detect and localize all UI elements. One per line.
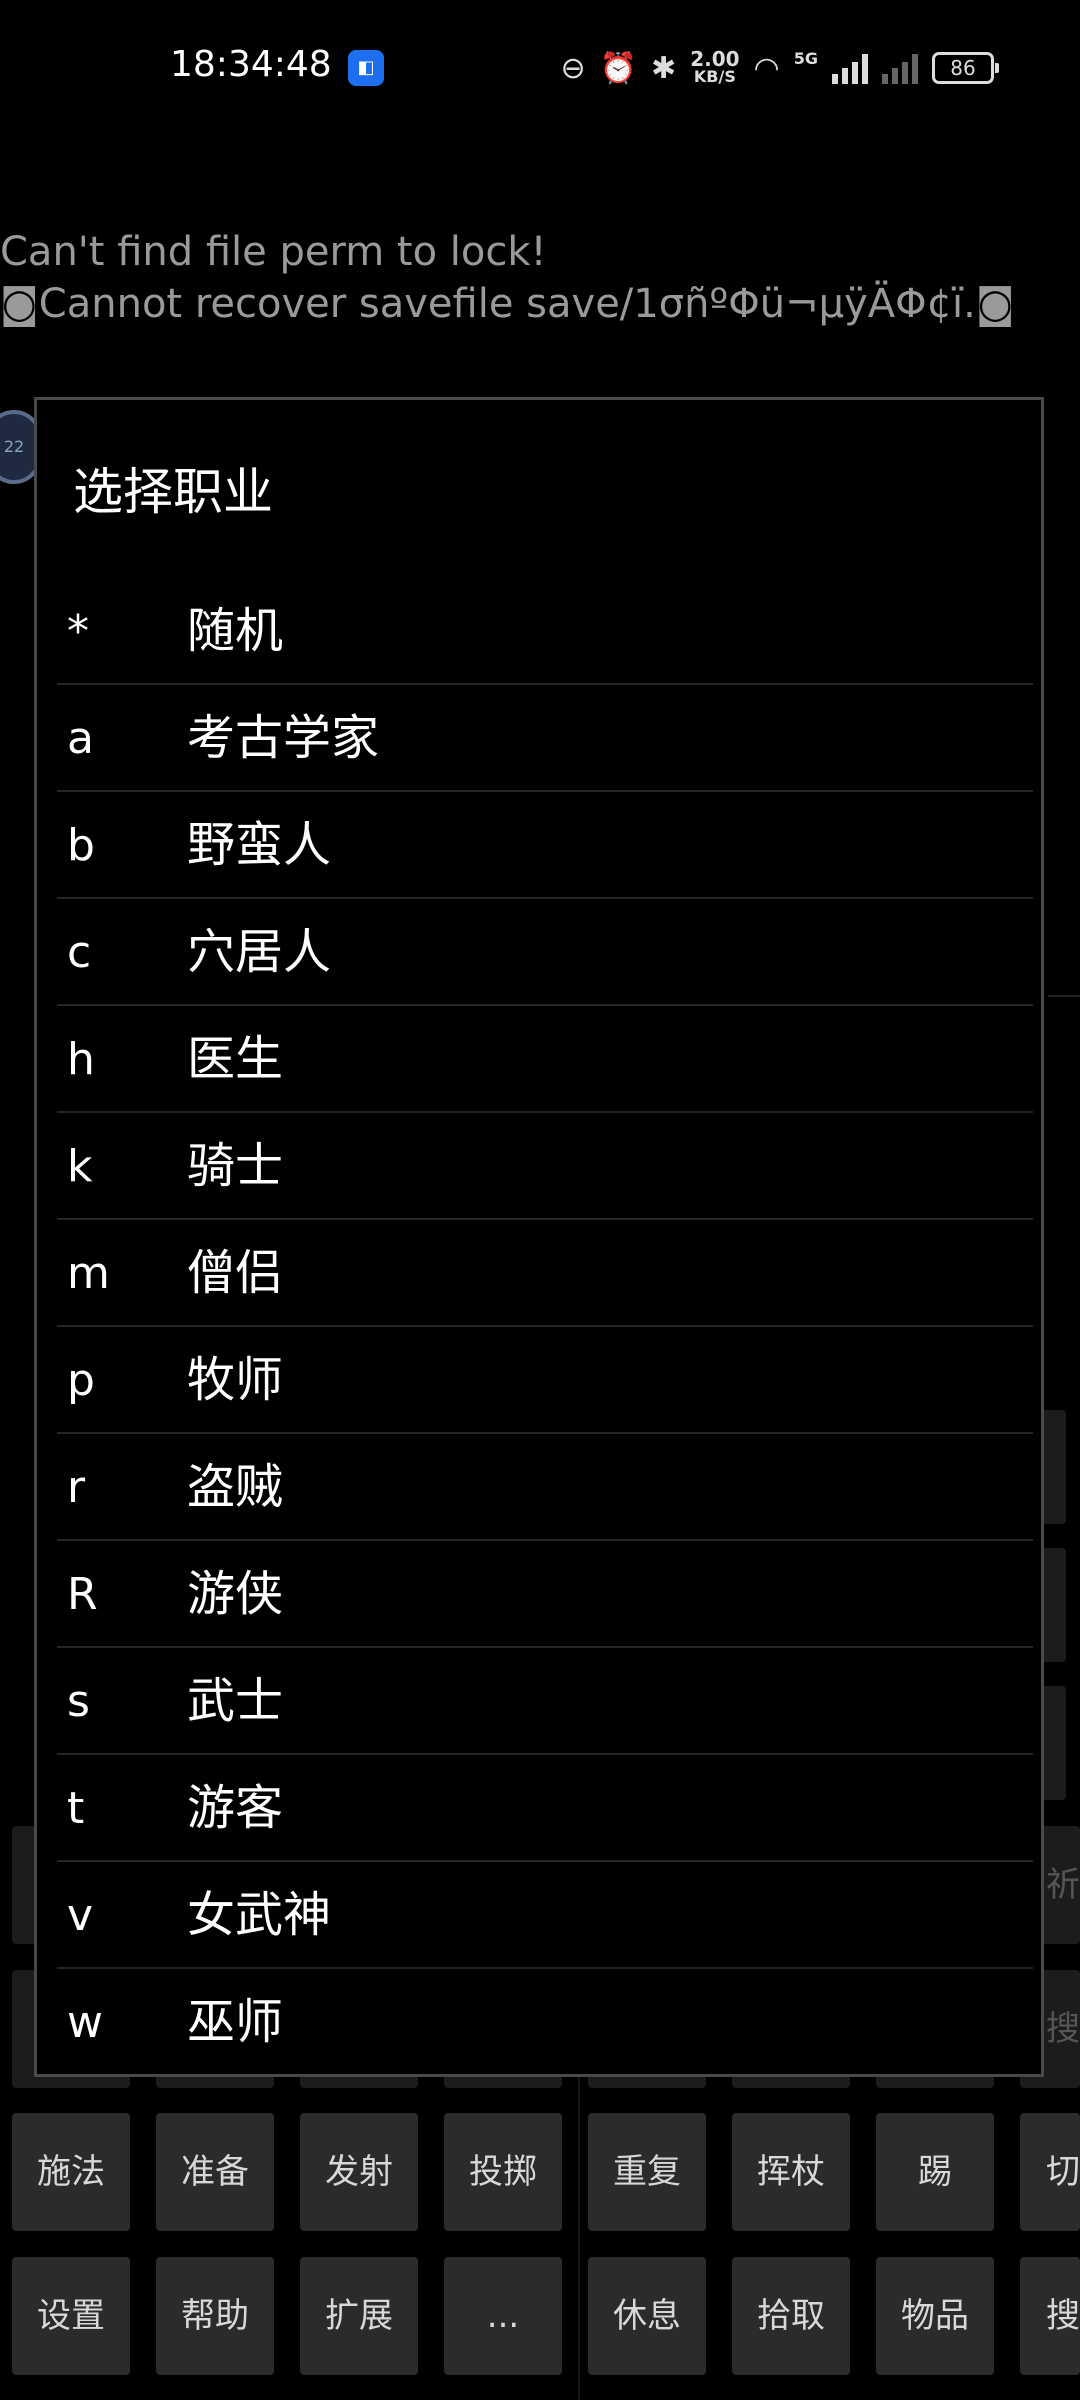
- role-label: 盗贼: [187, 1459, 284, 1515]
- role-select-dialog: 选择职业 * 随机 a 考古学家 b 野蛮人 c 穴居人 h 医生 k 骑士 m 僧侣 p 牧师…: [34, 397, 1044, 2077]
- role-item[interactable]: h 医生: [57, 1006, 1033, 1113]
- role-key: R: [67, 1569, 98, 1620]
- battery-icon: 86: [932, 52, 999, 84]
- role-key: c: [67, 927, 92, 978]
- command-key-throw[interactable]: 投掷: [444, 2113, 562, 2231]
- console-line: ◙Cannot recover savefile save/1σñºΦü¬µÿÄ…: [0, 281, 1015, 327]
- role-label: 僧侣: [187, 1245, 284, 1301]
- role-label: 武士: [187, 1673, 284, 1729]
- net-speed: 2.00 KB/S: [690, 47, 740, 86]
- role-item[interactable]: s 武士: [57, 1648, 1033, 1755]
- status-time: 18:34:48: [170, 44, 332, 85]
- role-item[interactable]: w 巫师: [57, 1969, 1033, 2076]
- role-label: 随机: [187, 603, 284, 659]
- command-key-rest[interactable]: 休息: [588, 2257, 706, 2375]
- status-icons: ⊖ ⏰ ✱ 2.00 KB/S ◠ 5G 86: [560, 46, 999, 90]
- role-item[interactable]: R 游侠: [57, 1541, 1033, 1648]
- command-key-kick[interactable]: 踢: [876, 2113, 994, 2231]
- alarm-icon: ⏰: [599, 50, 638, 86]
- role-label: 游客: [187, 1780, 284, 1836]
- role-list: * 随机 a 考古学家 b 野蛮人 c 穴居人 h 医生 k 骑士 m 僧侣 p 牧师 r 盗贼 …: [57, 578, 1033, 2076]
- command-key-switch[interactable]: 切: [1020, 2113, 1080, 2231]
- command-key-cast[interactable]: 施法: [12, 2113, 130, 2231]
- console-output: Can't find file perm to lock! ◙Cannot rec…: [0, 226, 1015, 330]
- role-key: h: [67, 1034, 95, 1085]
- role-key: w: [67, 1997, 103, 2048]
- role-item[interactable]: * 随机: [57, 578, 1033, 685]
- role-label: 医生: [187, 1031, 284, 1087]
- role-key: a: [67, 713, 94, 764]
- command-key-zap[interactable]: 挥杖: [732, 2113, 850, 2231]
- wifi-icon: ◠: [753, 50, 780, 86]
- role-key: b: [67, 820, 95, 871]
- command-key-search[interactable]: 搜: [1020, 2257, 1080, 2375]
- role-item[interactable]: r 盗贼: [57, 1434, 1033, 1541]
- role-key: r: [67, 1462, 86, 1513]
- role-key: m: [67, 1248, 110, 1299]
- command-key-settings[interactable]: 设置: [12, 2257, 130, 2375]
- command-key-fire[interactable]: 发射: [300, 2113, 418, 2231]
- role-key: k: [67, 1141, 93, 1192]
- command-key-repeat[interactable]: 重复: [588, 2113, 706, 2231]
- command-key-pickup[interactable]: 拾取: [732, 2257, 850, 2375]
- role-key: v: [67, 1890, 94, 1941]
- role-label: 牧师: [187, 1352, 284, 1408]
- role-label: 考古学家: [187, 710, 380, 766]
- role-label: 女武神: [187, 1887, 332, 1943]
- signal-icon: [832, 52, 868, 84]
- role-item[interactable]: t 游客: [57, 1755, 1033, 1862]
- app-notification-icon: ◧: [348, 50, 384, 86]
- command-key-extended[interactable]: 扩展: [300, 2257, 418, 2375]
- role-key: s: [67, 1676, 90, 1727]
- role-item[interactable]: m 僧侣: [57, 1220, 1033, 1327]
- role-item[interactable]: v 女武神: [57, 1862, 1033, 1969]
- role-item[interactable]: b 野蛮人: [57, 792, 1033, 899]
- role-item[interactable]: k 骑士: [57, 1113, 1033, 1220]
- console-line: Can't find file perm to lock!: [0, 229, 547, 275]
- role-label: 穴居人: [187, 924, 332, 980]
- command-key-inventory[interactable]: 物品: [876, 2257, 994, 2375]
- command-key-more[interactable]: ...: [444, 2257, 562, 2375]
- command-key-help[interactable]: 帮助: [156, 2257, 274, 2375]
- dnd-icon: ⊖: [560, 50, 586, 86]
- role-key: *: [67, 606, 89, 657]
- role-label: 骑士: [187, 1138, 284, 1194]
- role-label: 游侠: [187, 1566, 284, 1622]
- dialog-title: 选择职业: [73, 463, 273, 521]
- role-key: p: [67, 1355, 95, 1406]
- role-item[interactable]: c 穴居人: [57, 899, 1033, 1006]
- role-label: 巫师: [187, 1994, 284, 2050]
- signal-2-icon: [882, 52, 918, 84]
- bluetooth-icon: ✱: [651, 50, 677, 86]
- status-bar: 18:34:48 ◧ ⊖ ⏰ ✱ 2.00 KB/S ◠ 5G 86: [0, 0, 1080, 140]
- role-item[interactable]: p 牧师: [57, 1327, 1033, 1434]
- network-type: 5G: [793, 48, 818, 68]
- role-key: t: [67, 1783, 85, 1834]
- role-label: 野蛮人: [187, 817, 332, 873]
- role-item[interactable]: a 考古学家: [57, 685, 1033, 792]
- divider: [1048, 995, 1080, 997]
- command-key-ready[interactable]: 准备: [156, 2113, 274, 2231]
